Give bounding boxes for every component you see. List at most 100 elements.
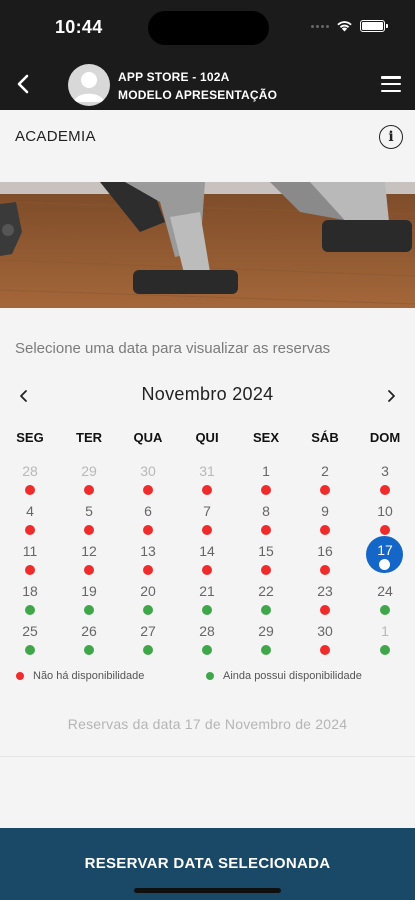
day-number: 15 — [258, 543, 274, 559]
calendar-day[interactable]: 5 — [69, 503, 109, 539]
calendar-day[interactable]: 16 — [305, 543, 345, 579]
calendar-day[interactable]: 1 — [365, 623, 405, 659]
calendar-day[interactable]: 20 — [128, 583, 168, 619]
unavailable-dot-icon — [380, 525, 390, 535]
day-number: 10 — [377, 503, 393, 519]
calendar-day[interactable]: 31 — [187, 463, 227, 499]
calendar-day[interactable]: 30 — [128, 463, 168, 499]
day-number: 28 — [199, 623, 215, 639]
day-number: 30 — [140, 463, 156, 479]
day-number: 11 — [22, 543, 38, 559]
calendar-day[interactable]: 25 — [10, 623, 50, 659]
day-number: 16 — [317, 543, 333, 559]
available-dot-icon — [261, 645, 271, 655]
weekday-label: SÁB — [311, 430, 339, 445]
day-number: 13 — [140, 543, 156, 559]
calendar-day[interactable]: 12 — [69, 543, 109, 579]
calendar-day[interactable]: 30 — [305, 623, 345, 659]
calendar-day[interactable]: 8 — [246, 503, 286, 539]
calendar-day[interactable]: 1 — [246, 463, 286, 499]
day-number: 14 — [199, 543, 215, 559]
legend-unavailable: Não há disponibilidade — [16, 670, 144, 682]
calendar-day[interactable]: 11 — [10, 543, 50, 579]
calendar-day[interactable]: 26 — [69, 623, 109, 659]
calendar-day[interactable]: 19 — [69, 583, 109, 619]
green-dot-icon — [206, 672, 214, 680]
unavailable-dot-icon — [380, 485, 390, 495]
day-number: 1 — [381, 623, 389, 639]
calendar-day[interactable]: 29 — [69, 463, 109, 499]
month-label: Novembro 2024 — [141, 384, 274, 404]
info-button[interactable]: i — [379, 125, 403, 149]
calendar-day[interactable]: 3 — [365, 463, 405, 499]
calendar-day[interactable]: 28 — [10, 463, 50, 499]
calendar-day[interactable]: 21 — [187, 583, 227, 619]
back-button[interactable] — [12, 72, 36, 96]
calendar-day[interactable]: 28 — [187, 623, 227, 659]
store-info[interactable]: APP STORE - 102A MODELO APRESENTAÇÃO — [118, 68, 277, 104]
day-number: 23 — [317, 583, 333, 599]
calendar-day[interactable]: 29 — [246, 623, 286, 659]
day-number: 12 — [81, 543, 97, 559]
weekday-label: DOM — [369, 430, 401, 445]
day-number: 2 — [321, 463, 329, 479]
day-number: 1 — [262, 463, 270, 479]
unavailable-dot-icon — [320, 645, 330, 655]
day-number: 27 — [140, 623, 156, 639]
legend-unavailable-label: Não há disponibilidade — [33, 670, 145, 682]
calendar-day[interactable]: 23 — [305, 583, 345, 619]
home-indicator — [134, 888, 281, 893]
legend: Não há disponibilidade Ainda possui disp… — [0, 670, 415, 688]
calendar-day[interactable]: 24 — [365, 583, 405, 619]
day-number: 30 — [317, 623, 333, 639]
store-subtitle: MODELO APRESENTAÇÃO — [118, 88, 278, 102]
cellular-signal-icon — [311, 24, 329, 28]
calendar-day[interactable]: 22 — [246, 583, 286, 619]
calendar-day[interactable]: 7 — [187, 503, 227, 539]
month-navigation: Novembro 2024 — [0, 382, 415, 410]
calendar-day[interactable]: 27 — [128, 623, 168, 659]
day-number: 9 — [321, 503, 329, 519]
selected-dot-icon — [379, 559, 390, 570]
available-dot-icon — [84, 605, 94, 615]
unavailable-dot-icon — [84, 565, 94, 575]
divider — [0, 756, 415, 757]
menu-button[interactable] — [381, 76, 401, 92]
status-icons — [311, 20, 388, 32]
calendar-day[interactable]: 9 — [305, 503, 345, 539]
calendar-day[interactable]: 6 — [128, 503, 168, 539]
calendar-day[interactable]: 13 — [128, 543, 168, 579]
avatar[interactable] — [68, 64, 110, 106]
available-dot-icon — [84, 645, 94, 655]
unavailable-dot-icon — [143, 485, 153, 495]
unavailable-dot-icon — [261, 525, 271, 535]
weekday-header: SEG TER QUA QUI SEX SÁB DOM — [0, 430, 415, 448]
info-icon: i — [388, 129, 394, 145]
unavailable-dot-icon — [202, 485, 212, 495]
unavailable-dot-icon — [202, 525, 212, 535]
unavailable-dot-icon — [143, 565, 153, 575]
unavailable-dot-icon — [202, 565, 212, 575]
calendar-day[interactable]: 18 — [10, 583, 50, 619]
day-number: 20 — [140, 583, 156, 599]
day-number: 31 — [199, 463, 215, 479]
day-number: 4 — [26, 503, 34, 519]
calendar-day[interactable]: 10 — [365, 503, 405, 539]
calendar-day-selected[interactable]: 17 — [365, 536, 405, 579]
available-dot-icon — [25, 645, 35, 655]
calendar-day[interactable]: 4 — [10, 503, 50, 539]
next-month-button[interactable] — [383, 388, 399, 404]
available-dot-icon — [202, 605, 212, 615]
available-dot-icon — [143, 645, 153, 655]
day-number: 8 — [262, 503, 270, 519]
day-number: 29 — [81, 463, 97, 479]
day-number: 5 — [85, 503, 93, 519]
unavailable-dot-icon — [320, 525, 330, 535]
calendar-day[interactable]: 2 — [305, 463, 345, 499]
app-header: 10:44 APP STORE - 102A MODELO APRESENTAÇ… — [0, 0, 415, 110]
calendar-day[interactable]: 15 — [246, 543, 286, 579]
calendar-day[interactable]: 14 — [187, 543, 227, 579]
available-dot-icon — [261, 605, 271, 615]
user-avatar-icon — [74, 72, 104, 102]
section-title: ACADEMIA — [15, 128, 96, 145]
